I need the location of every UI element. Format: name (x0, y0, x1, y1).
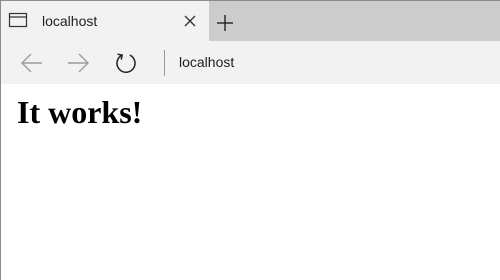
browser-window: localhost localhost It works! (0, 0, 500, 280)
address-bar[interactable]: localhost (179, 41, 234, 84)
page-icon (8, 10, 28, 30)
arrow-left-icon (21, 53, 42, 73)
refresh-icon (116, 53, 136, 74)
arrow-right-icon (68, 53, 89, 73)
plus-icon (217, 15, 233, 31)
forward-button[interactable] (65, 51, 91, 75)
tab-title: localhost (42, 13, 98, 29)
back-button[interactable] (19, 51, 45, 75)
refresh-button[interactable] (113, 50, 139, 74)
new-tab-button[interactable] (213, 11, 237, 35)
close-icon[interactable] (181, 12, 199, 30)
toolbar-divider (164, 50, 165, 76)
tab-strip: localhost (1, 1, 500, 41)
navigation-bar: localhost (1, 41, 500, 84)
page-content: It works! (1, 84, 500, 280)
page-heading: It works! (17, 94, 143, 130)
tab-localhost[interactable]: localhost (1, 1, 209, 41)
